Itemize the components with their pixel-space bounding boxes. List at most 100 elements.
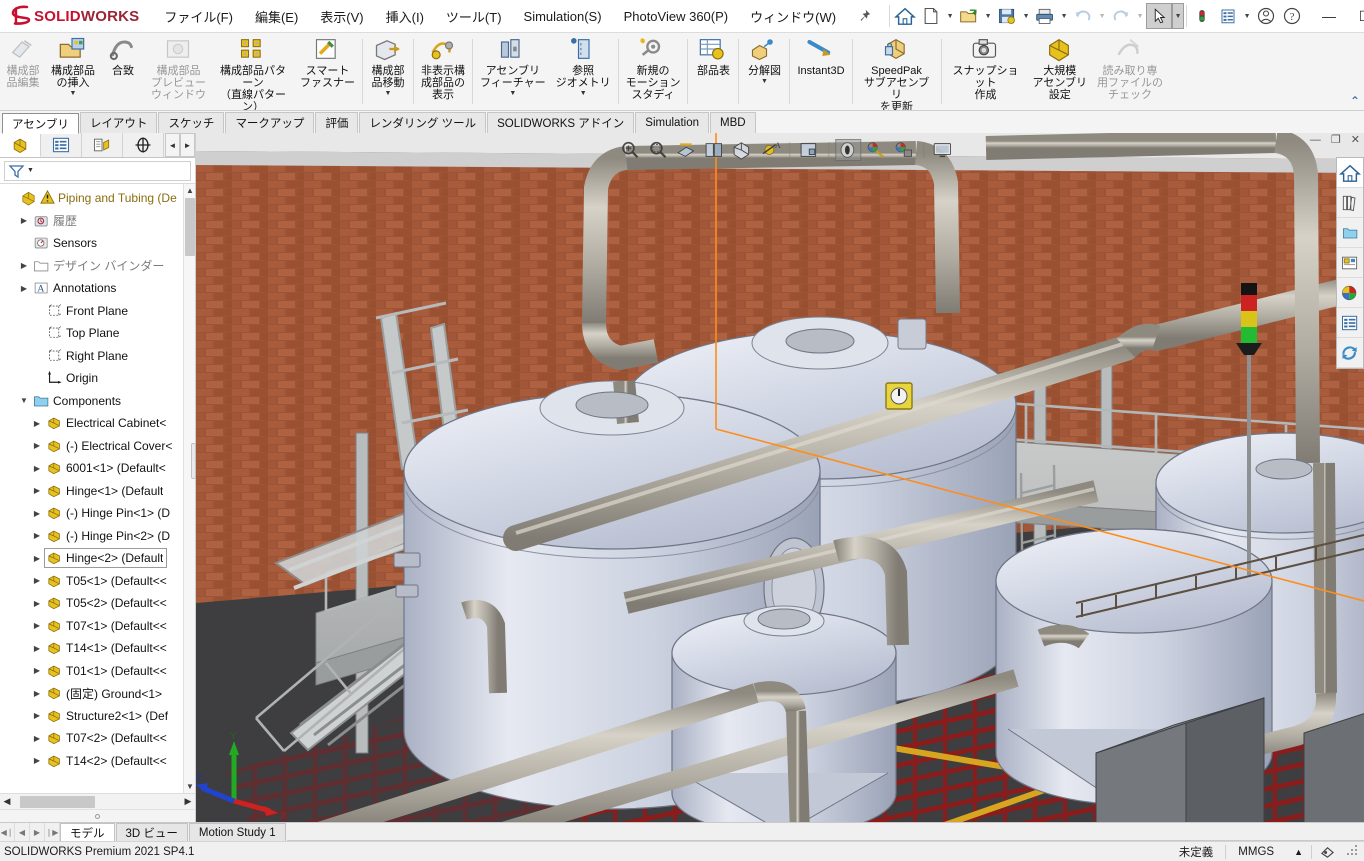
scroll-left-icon[interactable]: ◀: [0, 796, 14, 807]
tab-scroll-left-icon[interactable]: ◄: [165, 133, 180, 157]
feature-tree-item[interactable]: ▶ Hinge<1> (Default: [0, 480, 195, 503]
expand-arrow-icon[interactable]: ▶: [30, 734, 44, 743]
update-speedpak-button[interactable]: SpeedPak サブアセンブリ を更新: [855, 33, 939, 110]
status-units[interactable]: MMGS: [1226, 842, 1286, 861]
scrollbar-thumb[interactable]: [185, 198, 195, 256]
scroll-right-icon[interactable]: ▶: [181, 796, 195, 807]
configuration-manager-tab[interactable]: [82, 133, 123, 157]
feature-tree-root-item[interactable]: Piping and Tubing (De: [0, 187, 195, 210]
tab-solidworks-addins[interactable]: SOLIDWORKS アドイン: [487, 112, 635, 133]
expand-arrow-icon[interactable]: ▶: [30, 599, 44, 608]
tab-sketch[interactable]: スケッチ: [158, 112, 225, 133]
print-button[interactable]: [1032, 3, 1058, 29]
open-document-button[interactable]: [956, 3, 982, 29]
feature-tree-item[interactable]: ▶ (-) Electrical Cover<: [0, 435, 195, 458]
featuremanager-design-tree-tab[interactable]: [0, 133, 41, 157]
expand-arrow-icon[interactable]: ▶: [30, 486, 44, 495]
expand-arrow-icon[interactable]: ▶: [30, 576, 44, 585]
feature-tree-item[interactable]: ▶ T01<1> (Default<<: [0, 660, 195, 683]
scroll-down-icon[interactable]: ▼: [184, 780, 195, 793]
feature-tree-item[interactable]: Sensors: [0, 232, 195, 255]
property-manager-tab[interactable]: [41, 133, 82, 157]
select-tool-dropdown-icon[interactable]: ▼: [1172, 3, 1185, 29]
collapse-ribbon-icon[interactable]: ⌃: [1350, 94, 1360, 108]
save-dropdown-icon[interactable]: ▼: [1020, 3, 1032, 29]
feature-tree-item[interactable]: ▶ T05<1> (Default<<: [0, 570, 195, 593]
menu-photoview[interactable]: PhotoView 360(P): [613, 0, 740, 32]
menu-insert[interactable]: 挿入(I): [375, 0, 435, 32]
tab-markup[interactable]: マークアップ: [225, 112, 315, 133]
bill-of-materials-button[interactable]: 部品表: [690, 33, 736, 110]
feature-tree-vertical-scrollbar[interactable]: ▲ ▼: [183, 184, 195, 793]
linear-component-pattern-button[interactable]: 構成部品パターン （直線パターン）▼: [211, 33, 295, 110]
insert-components-dropdown-icon[interactable]: ▼: [70, 90, 77, 97]
restore-document-button[interactable]: ❐: [1331, 135, 1341, 146]
menu-window[interactable]: ウィンドウ(W): [739, 0, 847, 32]
expand-arrow-icon[interactable]: ▶: [30, 509, 44, 518]
tab-mbd[interactable]: MBD: [710, 112, 756, 133]
status-units-caret-icon[interactable]: ▲: [1286, 842, 1311, 861]
take-snapshot-button[interactable]: スナップショット 作成: [944, 33, 1028, 110]
tab-nav-button-1[interactable]: ◀: [15, 823, 30, 841]
new-motion-study-button[interactable]: 新規の モーション スタディ: [621, 33, 686, 110]
minimize-window-button[interactable]: —: [1311, 1, 1347, 32]
design-library-button[interactable]: [1337, 188, 1363, 218]
undo-button[interactable]: [1070, 3, 1096, 29]
assembly-features-button[interactable]: アセンブリ フィーチャー ▼: [475, 33, 551, 110]
appearances-scenes-button[interactable]: [1337, 278, 1363, 308]
doc-tab-motion-study-1[interactable]: Motion Study 1: [188, 823, 286, 841]
feature-tree-item[interactable]: ▶ (-) Hinge Pin<1> (D: [0, 502, 195, 525]
move-component-dropdown-icon[interactable]: ▼: [385, 90, 392, 97]
open-document-dropdown-icon[interactable]: ▼: [982, 3, 994, 29]
menu-file[interactable]: ファイル(F): [153, 0, 244, 32]
feature-tree-item[interactable]: ▶ A Annotations: [0, 277, 195, 300]
menu-tools[interactable]: ツール(T): [435, 0, 513, 32]
feature-tree-item[interactable]: ▼ Components: [0, 390, 195, 413]
rebuild-button[interactable]: [1189, 3, 1215, 29]
redo-button[interactable]: [1108, 3, 1134, 29]
new-document-button[interactable]: [918, 3, 944, 29]
home-button[interactable]: [892, 3, 918, 29]
expand-arrow-icon[interactable]: ▶: [30, 621, 44, 630]
expand-arrow-icon[interactable]: ▶: [30, 689, 44, 698]
feature-tree-item[interactable]: ▶ T14<2> (Default<<: [0, 750, 195, 773]
resize-grip-icon[interactable]: [1347, 844, 1361, 859]
expand-arrow-icon[interactable]: ▶: [30, 441, 44, 450]
print-dropdown-icon[interactable]: ▼: [1058, 3, 1070, 29]
smart-fasteners-button[interactable]: スマート ファスナー: [295, 33, 360, 110]
assembly-features-dropdown-icon[interactable]: ▼: [509, 90, 516, 97]
tab-assembly[interactable]: アセンブリ: [2, 113, 79, 134]
menu-view[interactable]: 表示(V): [309, 0, 374, 32]
expand-arrow-icon[interactable]: ▶: [30, 554, 44, 563]
feature-tree-item[interactable]: ▶ 履歴: [0, 210, 195, 233]
expand-arrow-icon[interactable]: ▶: [30, 531, 44, 540]
feature-tree-item[interactable]: ▶ (固定) Ground<1>: [0, 682, 195, 705]
scroll-up-icon[interactable]: ▲: [184, 184, 195, 197]
tab-evaluate[interactable]: 評価: [315, 112, 359, 133]
feature-tree-item[interactable]: ▶ T05<2> (Default<<: [0, 592, 195, 615]
feature-tree-item[interactable]: ▶ (-) Hinge Pin<2> (D: [0, 525, 195, 548]
expand-arrow-icon[interactable]: ▶: [30, 756, 44, 765]
expand-arrow-icon[interactable]: ▶: [30, 464, 44, 473]
file-explorer-button[interactable]: [1337, 218, 1363, 248]
panel-splitter[interactable]: [191, 443, 196, 480]
help-button[interactable]: ?: [1279, 3, 1305, 29]
expand-arrow-icon[interactable]: ▶: [30, 711, 44, 720]
expand-arrow-icon[interactable]: ▶: [17, 261, 31, 270]
minimize-document-button[interactable]: —: [1310, 135, 1321, 146]
custom-properties-button[interactable]: [1337, 308, 1363, 338]
feature-tree-item[interactable]: Right Plane: [0, 345, 195, 368]
menu-edit[interactable]: 編集(E): [244, 0, 309, 32]
feature-tree-item[interactable]: ▶ Structure2<1> (Def: [0, 705, 195, 728]
feature-tree-item[interactable]: ▶ T07<2> (Default<<: [0, 727, 195, 750]
expand-arrow-icon[interactable]: ▶: [17, 216, 31, 225]
filter-input[interactable]: ▼: [4, 160, 191, 181]
mate-button[interactable]: 合致: [100, 33, 146, 110]
solidworks-forum-button[interactable]: [1337, 338, 1363, 368]
solidworks-resources-button[interactable]: [1337, 158, 1363, 188]
menu-simulation[interactable]: Simulation(S): [513, 0, 613, 32]
options-dropdown-icon[interactable]: ▼: [1241, 3, 1253, 29]
move-component-button[interactable]: 構成部 品移動 ▼: [365, 33, 411, 110]
pin-menu-icon[interactable]: [847, 9, 881, 23]
feature-tree-item[interactable]: ▶ 6001<1> (Default<: [0, 457, 195, 480]
